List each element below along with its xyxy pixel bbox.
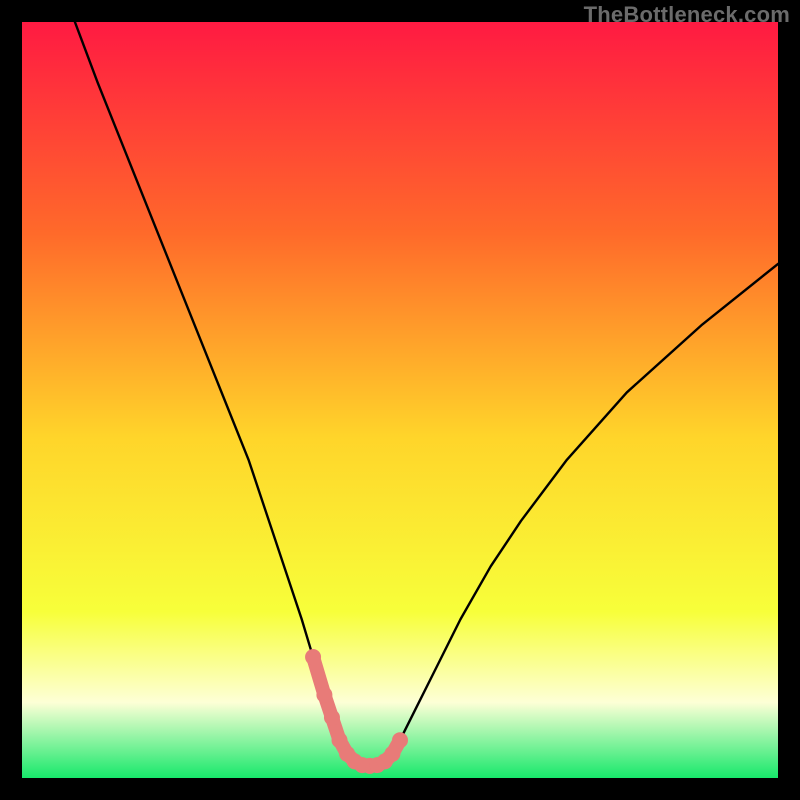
plot-area <box>22 22 778 778</box>
outer-frame: TheBottleneck.com <box>0 0 800 800</box>
chart-svg <box>22 22 778 778</box>
sweet-spot-dot <box>384 746 400 762</box>
sweet-spot-dot <box>324 710 340 726</box>
sweet-spot-dot <box>316 687 332 703</box>
sweet-spot-dot <box>332 732 348 748</box>
sweet-spot-dot <box>305 649 321 665</box>
sweet-spot-dot <box>392 732 408 748</box>
watermark-text: TheBottleneck.com <box>584 2 790 28</box>
gradient-background <box>22 22 778 778</box>
